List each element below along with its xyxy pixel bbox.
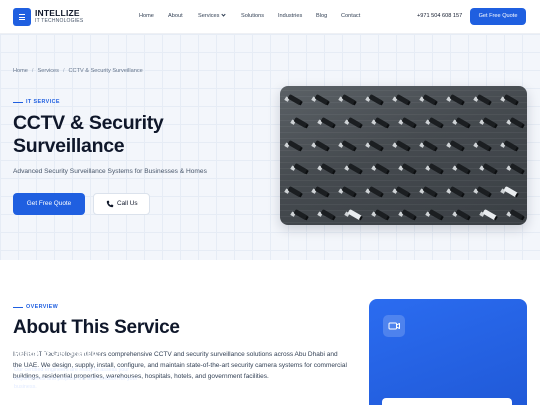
overview-line-decoration <box>13 307 23 308</box>
camera <box>398 163 417 175</box>
card-title: Ready to Get Started? <box>14 348 102 358</box>
hero-tag-label: IT SERVICE <box>26 99 60 105</box>
camera <box>290 163 309 175</box>
camera <box>452 163 471 175</box>
camera <box>479 117 498 129</box>
camera <box>473 94 492 106</box>
camera <box>392 94 411 106</box>
camera <box>392 140 411 152</box>
brand-name[interactable]: INTELLIZE <box>35 8 80 18</box>
camera <box>284 94 303 106</box>
camera <box>290 117 309 129</box>
cameras-photo <box>280 90 527 223</box>
video-camera-icon <box>383 315 405 337</box>
camera <box>311 140 330 152</box>
nav-home[interactable]: Home <box>139 13 154 19</box>
camera <box>344 117 363 129</box>
camera <box>338 140 357 152</box>
nav-services[interactable]: Services <box>198 12 227 19</box>
call-us-label: Call Us <box>117 200 138 207</box>
nav-blog[interactable]: Blog <box>316 13 327 19</box>
camera <box>500 140 519 152</box>
camera <box>452 117 471 129</box>
nav-services-label: Services <box>198 13 220 19</box>
camera <box>473 140 492 152</box>
camera <box>365 140 384 152</box>
camera <box>338 94 357 106</box>
breadcrumb-current: CCTV & Security Surveillance <box>68 68 143 74</box>
card-button[interactable] <box>382 398 512 405</box>
cctv-cameras-image <box>280 86 527 225</box>
header-phone[interactable]: +971 504 608 157 <box>417 13 462 19</box>
camera <box>365 94 384 106</box>
page-title-line1: CCTV & Security <box>13 112 164 134</box>
camera <box>398 117 417 129</box>
brand-subtitle: IT TECHNOLOGIES <box>35 18 84 24</box>
overview-tag: OVERVIEW <box>26 304 59 310</box>
camera <box>446 140 465 152</box>
nav-industries[interactable]: Industries <box>278 13 302 19</box>
breadcrumb-services[interactable]: Services <box>37 68 58 74</box>
site-header: INTELLIZE IT TECHNOLOGIES Home About Ser… <box>0 0 540 34</box>
breadcrumb-home[interactable]: Home <box>13 68 28 74</box>
get-started-card <box>369 299 527 405</box>
page-title-line2: Surveillance <box>13 135 125 157</box>
breadcrumb: Home / Services / CCTV & Security Surveillan… <box>13 68 143 74</box>
page-title: CCTV & Security Surveillance <box>13 112 233 158</box>
nav-about[interactable]: About <box>168 13 183 19</box>
hero-tag: IT SERVICE <box>13 99 60 105</box>
phone-icon <box>106 200 114 208</box>
camera <box>371 117 390 129</box>
header-quote-button[interactable]: Get Free Quote <box>470 8 526 25</box>
camera <box>479 163 498 175</box>
breadcrumb-separator: / <box>31 68 34 74</box>
logo-icon[interactable] <box>13 8 31 26</box>
camera <box>317 117 336 129</box>
call-us-button[interactable]: Call Us <box>93 193 150 215</box>
camera <box>446 94 465 106</box>
hero-quote-button[interactable]: Get Free Quote <box>13 193 85 215</box>
camera <box>419 94 438 106</box>
camera <box>506 117 525 129</box>
camera <box>425 163 444 175</box>
chevron-down-icon <box>221 12 227 17</box>
camera <box>371 163 390 175</box>
breadcrumb-separator: / <box>62 68 65 74</box>
camera <box>425 117 444 129</box>
nav-solutions[interactable]: Solutions <box>241 13 264 19</box>
camera <box>344 163 363 175</box>
camera <box>506 163 525 175</box>
card-text: Our certified engineers are ready to ass… <box>14 367 138 390</box>
camera <box>317 163 336 175</box>
camera <box>500 94 519 106</box>
camera <box>311 94 330 106</box>
about-title: About This Service <box>13 317 180 338</box>
camera <box>419 140 438 152</box>
hero-subtitle: Advanced Security Surveillance Systems f… <box>13 168 207 175</box>
camera <box>284 140 303 152</box>
nav-contact[interactable]: Contact <box>341 13 360 19</box>
